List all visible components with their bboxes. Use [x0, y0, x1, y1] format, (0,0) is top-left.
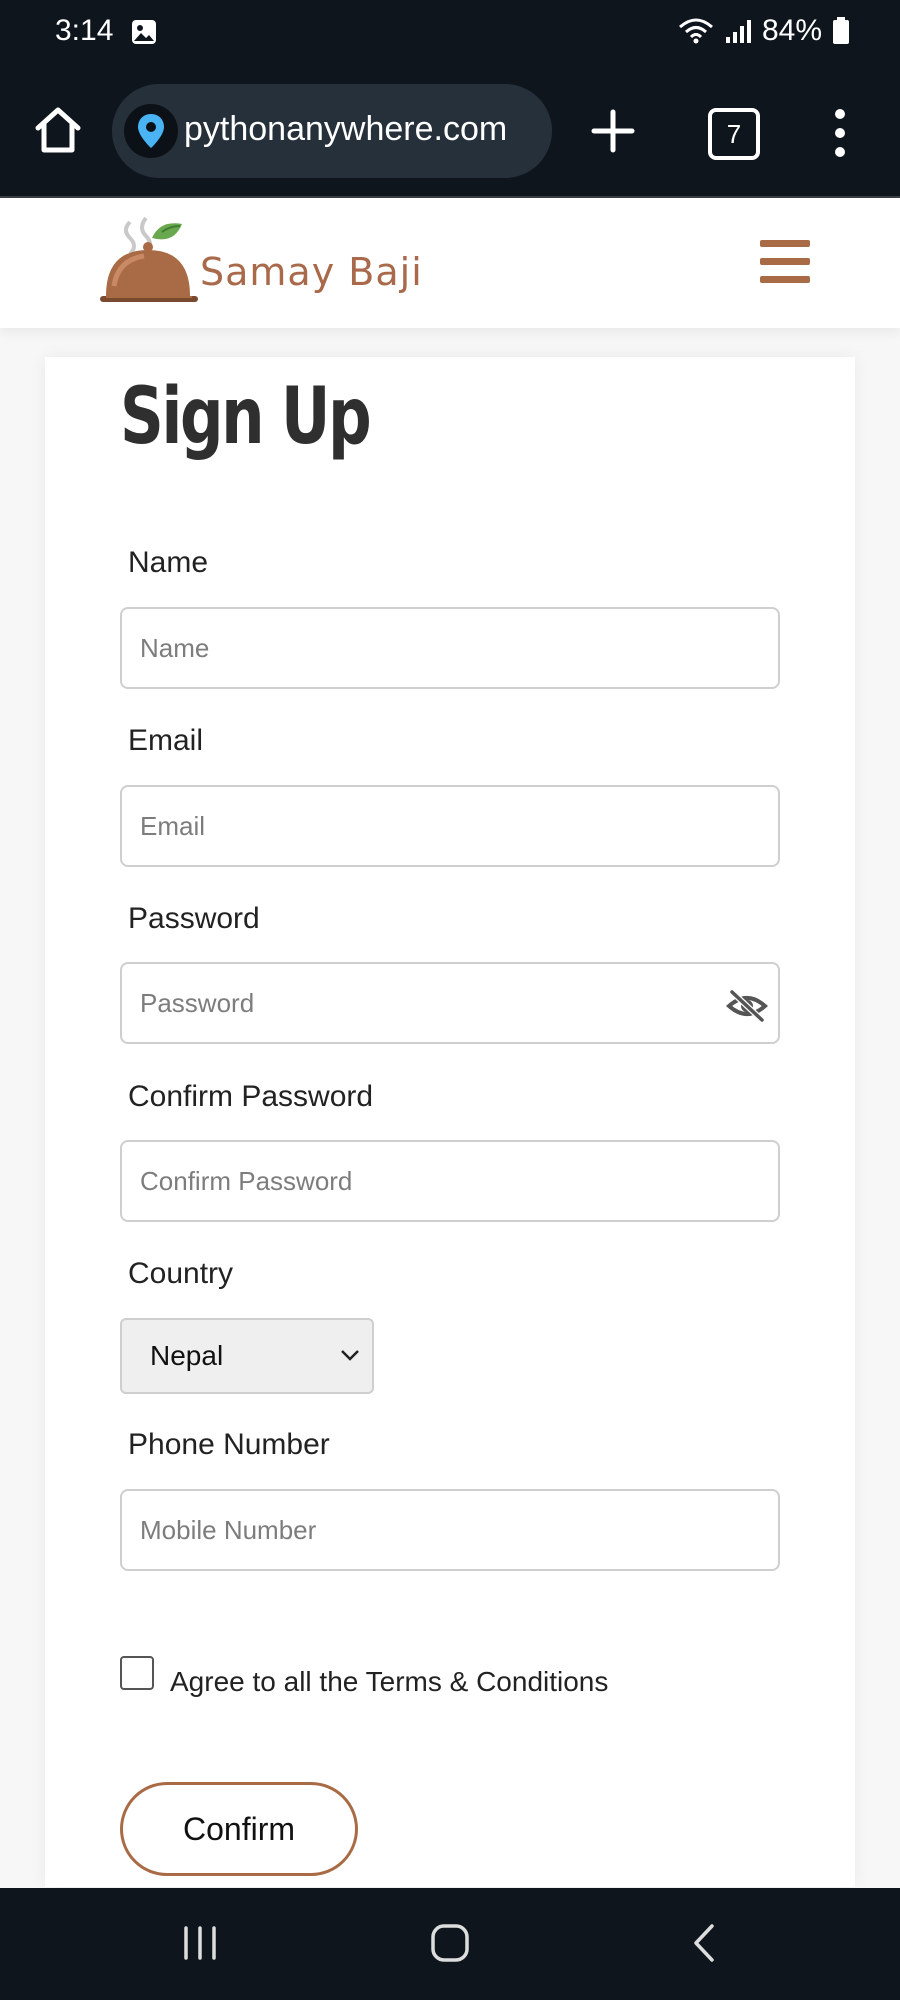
battery-percent: 84% [761, 14, 822, 47]
phone-input[interactable] [120, 1489, 780, 1571]
home-icon[interactable] [30, 102, 86, 158]
signal-icon [725, 20, 751, 43]
site-info-button[interactable] [124, 104, 178, 158]
country-label: Country [128, 1257, 234, 1290]
tab-switcher-button[interactable]: 7 [708, 108, 760, 160]
status-indicators: 84% [678, 14, 850, 48]
browser-toolbar: pythonanywhere.com 7 [0, 66, 900, 198]
password-input[interactable] [120, 962, 780, 1044]
more-options-icon[interactable] [830, 106, 850, 160]
url-text[interactable]: pythonanywhere.com [184, 110, 552, 149]
back-icon[interactable] [674, 1918, 734, 1968]
password-label: Password [128, 902, 260, 935]
country-selected-value: Nepal [150, 1340, 224, 1371]
page-title: Sign Up [120, 372, 372, 462]
hamburger-menu-icon[interactable] [760, 240, 810, 284]
site-header: Samay Baji [0, 198, 900, 328]
name-input[interactable] [120, 607, 780, 689]
confirm-password-input[interactable] [120, 1140, 780, 1222]
phone-label: Phone Number [128, 1428, 330, 1461]
home-nav-icon[interactable] [420, 1918, 480, 1968]
email-label: Email [128, 724, 204, 757]
terms-checkbox[interactable] [120, 1656, 154, 1690]
address-bar[interactable]: pythonanywhere.com [112, 84, 552, 178]
name-label: Name [128, 546, 209, 579]
confirm-password-label: Confirm Password [128, 1080, 374, 1113]
signup-card [45, 357, 855, 1887]
new-tab-icon[interactable] [588, 106, 638, 156]
terms-link[interactable]: Terms & Conditions [366, 1666, 609, 1697]
chevron-down-icon [341, 1350, 359, 1361]
confirm-button[interactable]: Confirm [120, 1782, 358, 1876]
email-input[interactable] [120, 785, 780, 867]
battery-icon [833, 17, 849, 44]
system-nav-bar [0, 1888, 900, 2000]
wifi-icon [678, 18, 713, 44]
agree-prefix: Agree to all the [170, 1666, 366, 1697]
brand-name: Samay Baji [200, 250, 423, 294]
status-bar: 3:14 84% [0, 0, 900, 66]
country-select[interactable]: Nepal [120, 1318, 374, 1394]
status-time: 3:14 [55, 14, 114, 47]
terms-agreement: Agree to all the Terms & Conditions [170, 1666, 608, 1698]
recent-apps-icon[interactable] [170, 1918, 230, 1968]
location-pin-icon [138, 114, 164, 148]
gallery-notification-icon [132, 20, 156, 44]
toggle-password-visibility-icon[interactable] [726, 988, 768, 1024]
